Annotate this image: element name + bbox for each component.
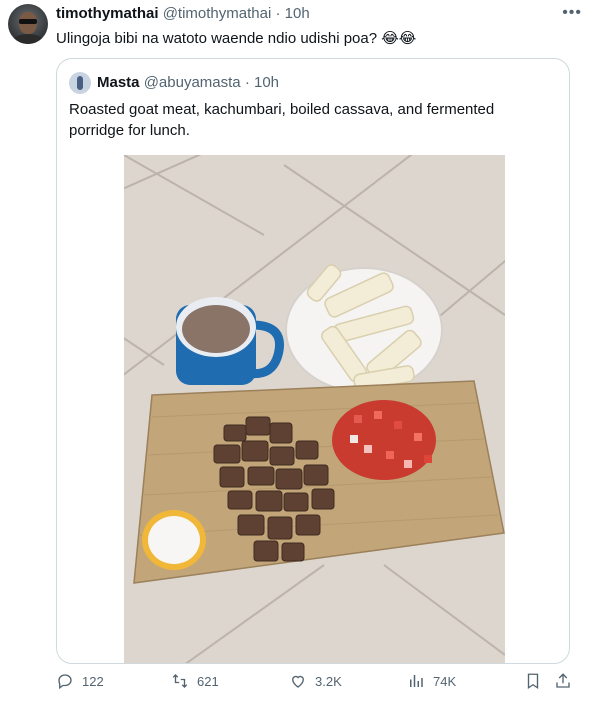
repost-button[interactable]: 621 <box>171 672 219 690</box>
meat-piece <box>283 492 309 512</box>
quoted-tweet-time[interactable]: 10h <box>254 74 279 91</box>
quoted-tweet-text: Roasted goat meat, kachumbari, boiled ca… <box>69 101 495 139</box>
quoted-time-separator: · <box>244 74 250 91</box>
quoted-avatar-figure <box>77 76 83 90</box>
meat-piece <box>295 440 319 460</box>
meat-piece <box>311 488 335 510</box>
quoted-author-avatar[interactable] <box>69 72 91 94</box>
tweet-text: Ulingoja bibi na watoto waende ndio udis… <box>56 30 417 47</box>
author-avatar[interactable] <box>8 4 48 44</box>
repost-icon <box>172 674 188 688</box>
reply-count: 122 <box>82 673 104 689</box>
tweet-time[interactable]: 10h <box>285 5 310 22</box>
tomato-dice <box>374 411 382 419</box>
avatar-body-shape <box>12 34 44 44</box>
salt <box>148 516 200 564</box>
repost-count: 621 <box>197 673 219 689</box>
more-icon[interactable]: ••• <box>562 4 582 22</box>
meat-piece <box>219 466 245 488</box>
meat-piece <box>245 416 271 436</box>
meat-piece <box>275 468 303 490</box>
meat-piece <box>281 542 305 562</box>
like-button[interactable]: 3.2K <box>289 672 342 690</box>
meat-piece <box>255 490 283 512</box>
quoted-tweet-card[interactable]: Masta @abuyamasta · 10h Roasted goat mea… <box>56 58 570 664</box>
meat-piece <box>269 446 295 466</box>
bookmark-button[interactable] <box>524 672 542 690</box>
meat-piece <box>303 464 329 486</box>
meat-piece <box>269 422 293 444</box>
meat-piece <box>227 490 253 510</box>
like-count: 3.2K <box>315 673 342 689</box>
tomato-dice <box>404 460 412 468</box>
author-name[interactable]: timothymathai <box>56 5 159 22</box>
tomato-dice <box>414 433 422 441</box>
quoted-author-name[interactable]: Masta <box>97 74 140 91</box>
meat-piece <box>247 466 275 486</box>
views-button[interactable]: 74K <box>407 672 456 690</box>
avatar-sunglasses-shape <box>19 19 37 24</box>
quoted-author-handle[interactable]: @abuyamasta <box>144 74 241 91</box>
tomato-dice <box>354 415 362 423</box>
meat-piece <box>213 444 241 464</box>
tomato-dice <box>386 451 394 459</box>
reply-icon <box>58 674 72 690</box>
tweet-header: timothymathai @timothymathai · 10h <box>56 5 310 22</box>
heart-icon <box>292 675 304 688</box>
tomato-dice <box>364 445 372 453</box>
views-icon <box>410 675 423 687</box>
share-button[interactable] <box>554 672 572 690</box>
kachumbari <box>332 400 436 480</box>
porridge <box>182 305 250 353</box>
meat-piece <box>241 440 269 462</box>
tomato-dice <box>350 435 358 443</box>
meat-piece <box>295 514 321 536</box>
views-count: 74K <box>433 673 457 689</box>
author-handle[interactable]: @timothymathai <box>163 5 272 22</box>
food-photo[interactable] <box>124 155 505 664</box>
action-bar: 122 621 3.2K 74K <box>0 672 604 702</box>
bookmark-icon <box>527 673 539 690</box>
tomato-dice <box>394 421 402 429</box>
reply-button[interactable]: 122 <box>56 672 104 690</box>
share-icon <box>556 673 570 688</box>
meat-piece <box>267 516 293 540</box>
tomato-dice <box>424 455 432 463</box>
meat-piece <box>253 540 279 562</box>
time-separator: · <box>275 5 281 22</box>
meat-piece <box>223 424 247 442</box>
quoted-tweet-header: Masta @abuyamasta · 10h <box>97 74 279 91</box>
meat-piece <box>237 514 265 536</box>
